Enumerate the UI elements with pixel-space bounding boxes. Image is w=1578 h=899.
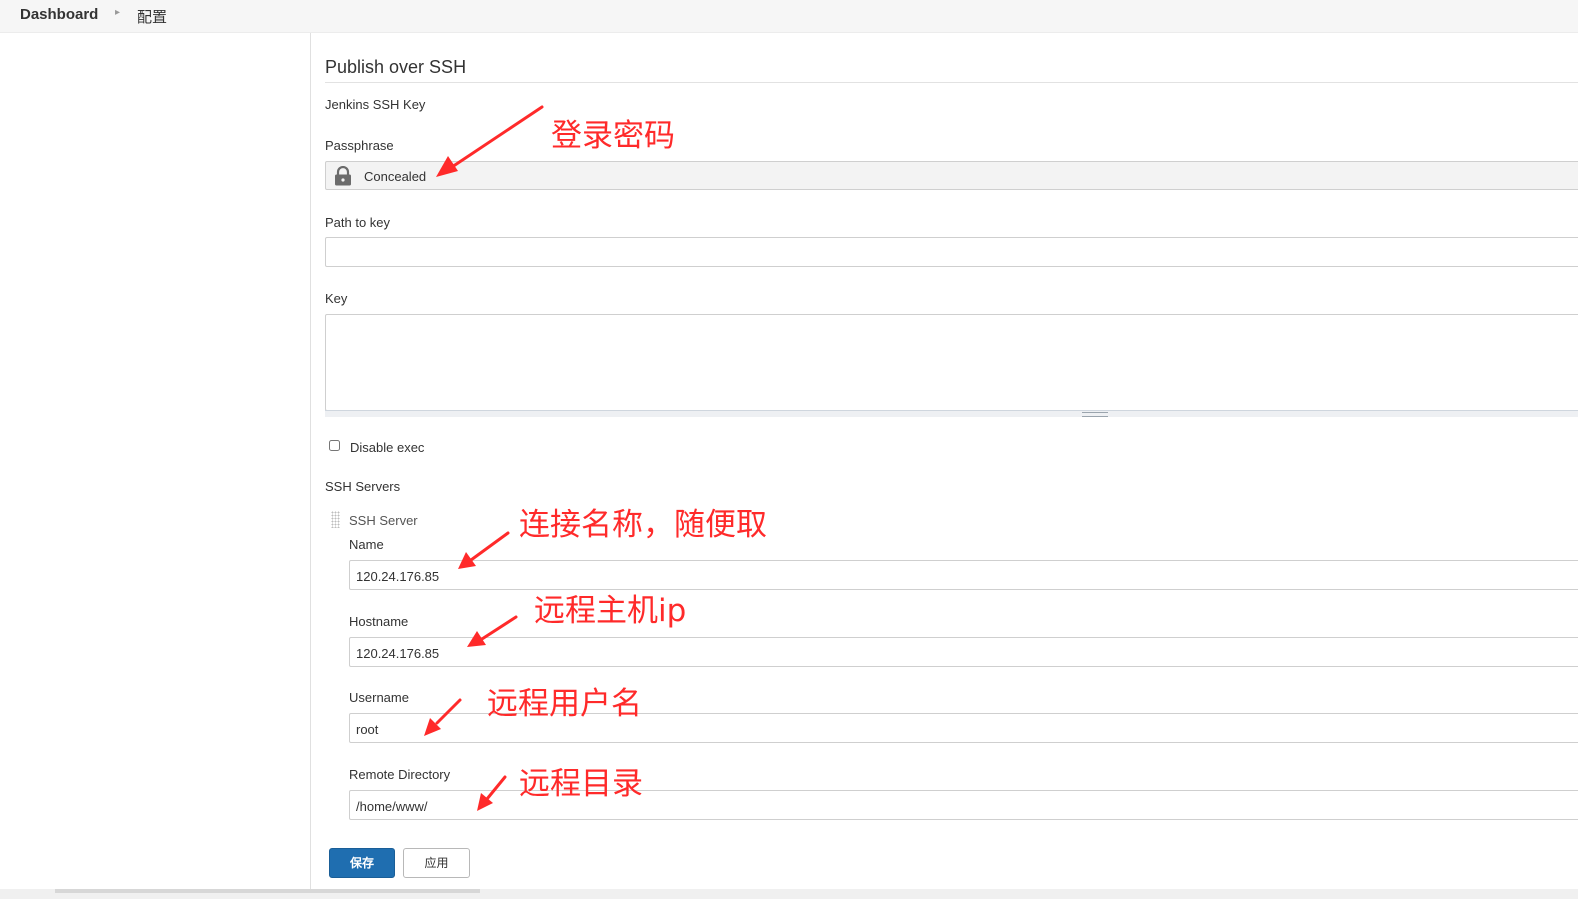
disable-exec-label: Disable exec [350,440,425,455]
breadcrumb-config-link[interactable]: 配置 [137,6,167,27]
remote-directory-label: Remote Directory [349,767,451,782]
server-name-label: Name [349,537,384,552]
passphrase-concealed-text: Concealed [364,169,427,184]
ssh-server-title: SSH Server [349,513,418,528]
hostname-input[interactable] [349,637,1578,667]
section-divider [325,82,1578,83]
breadcrumb-bar: Dashboard ▸ 配置 [0,0,1578,33]
arrow-name [469,531,510,562]
section-title: Publish over SSH [325,57,467,77]
horizontal-scrollbar-thumb[interactable] [55,889,480,893]
username-label: Username [349,690,409,705]
resize-grip-icon [1082,412,1108,417]
passphrase-label: Passphrase [325,138,394,153]
annotation-passphrase: 登录密码 [551,118,675,154]
hostname-label: Hostname [349,614,409,629]
key-label: Key [325,291,348,306]
chevron-right-icon: ▸ [115,7,121,18]
annotation-name: 连接名称，随便取 [519,507,767,543]
arrow-passphrase [450,105,544,169]
arrow-hostname [480,615,518,641]
apply-button[interactable]: 应用 [403,848,470,878]
passphrase-concealed-field[interactable]: Concealed [325,161,1578,190]
save-button[interactable]: 保存 [329,848,395,878]
ssh-servers-label: SSH Servers [325,479,401,494]
jenkins-ssh-key-label: Jenkins SSH Key [325,97,426,112]
drag-handle-icon[interactable] [331,511,340,528]
lock-icon [335,166,351,186]
path-to-key-label: Path to key [325,215,391,230]
textarea-resize-handle[interactable] [325,410,1578,417]
key-textarea[interactable] [325,314,1578,411]
sidebar-divider [310,33,311,899]
annotation-arrows [424,105,544,811]
breadcrumb-dashboard-link[interactable]: Dashboard [20,6,98,23]
path-to-key-input[interactable] [325,237,1578,267]
disable-exec-checkbox[interactable] [329,440,340,451]
annotation-username: 远程用户名 [487,686,642,722]
annotation-remote-directory: 远程目录 [519,766,643,802]
annotation-hostname: 远程主机ip [534,593,687,629]
